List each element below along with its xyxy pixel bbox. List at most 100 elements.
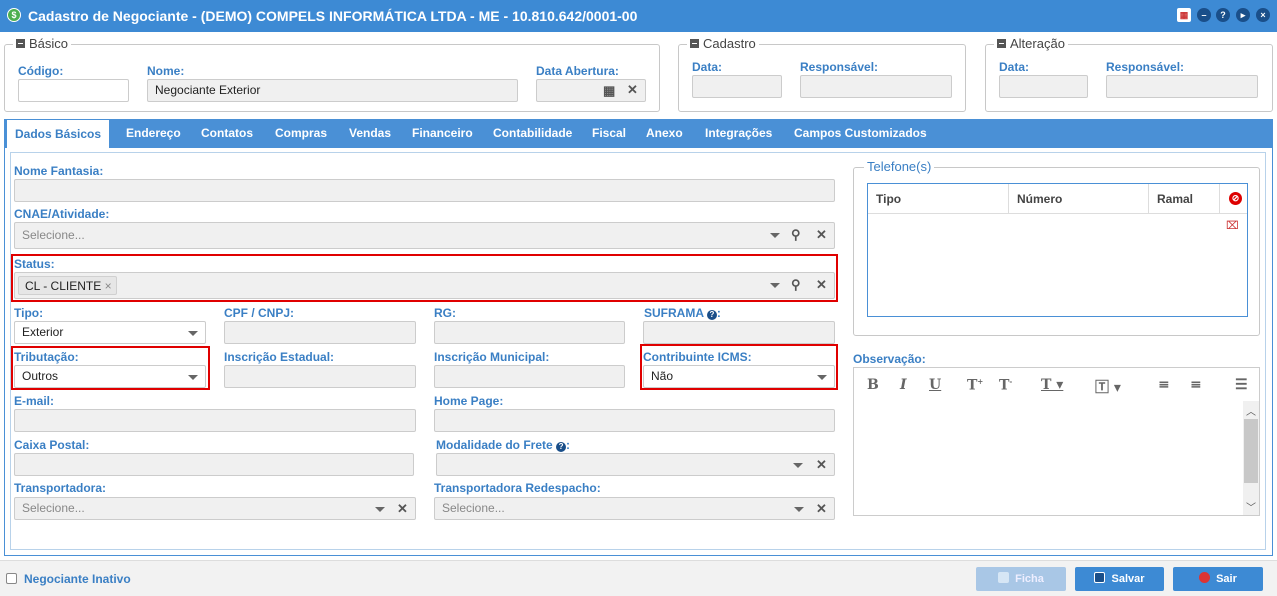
tab-anexo[interactable]: Anexo — [646, 119, 683, 148]
tab-dados-basicos[interactable]: Dados Básicos — [6, 119, 111, 148]
cnae-select[interactable]: Selecione... — [14, 222, 835, 249]
icms-dropdown-icon[interactable] — [817, 375, 827, 380]
tab-bar: Dados Básicos Endereço Contatos Compras … — [4, 119, 1273, 148]
cadastro-responsavel-input — [800, 75, 952, 98]
inativo-checkbox[interactable] — [6, 573, 17, 584]
clear-icon[interactable]: ✕ — [816, 457, 827, 473]
underline-icon[interactable]: U — [929, 377, 941, 393]
font-color-icon[interactable]: 🅃 ▾ — [1095, 377, 1121, 397]
calendar-icon[interactable]: ▦ — [1177, 8, 1191, 22]
col-ramal[interactable]: Ramal — [1149, 184, 1220, 214]
cpf-cnpj-input[interactable] — [224, 321, 416, 344]
alteracao-responsavel-input — [1106, 75, 1258, 98]
modalidade-frete-select[interactable] — [436, 453, 835, 476]
tipo-select[interactable]: Exterior — [14, 321, 206, 344]
inativo-label[interactable]: Negociante Inativo — [24, 572, 131, 586]
tributacao-select[interactable]: Outros — [14, 365, 206, 388]
clear-icon[interactable]: ✕ — [816, 501, 827, 517]
inscricao-municipal-label: Inscrição Municipal: — [434, 350, 550, 364]
inscricao-municipal-input[interactable] — [434, 365, 625, 388]
homepage-input[interactable] — [434, 409, 835, 432]
scroll-up-icon[interactable]: ︿ — [1246, 403, 1256, 418]
tributacao-label: Tributação: — [14, 350, 79, 364]
collapse-icon[interactable] — [690, 39, 699, 48]
ficha-icon — [998, 572, 1010, 583]
salvar-button[interactable]: Salvar — [1075, 567, 1164, 591]
forward-icon[interactable]: ▸ — [1236, 8, 1250, 22]
help-icon[interactable]: ? — [1216, 8, 1230, 22]
modalidade-frete-label: Modalidade do Frete ?: — [436, 438, 571, 452]
status-tag[interactable]: CL - CLIENTE × — [18, 276, 117, 295]
col-numero[interactable]: Número — [1009, 184, 1149, 214]
clear-icon[interactable]: ✕ — [816, 227, 827, 243]
tab-contabilidade[interactable]: Contabilidade — [493, 119, 572, 148]
observacao-editor[interactable]: B I U T+ T- T ▾ 🅃 ▾ ≡ ≡ ☰ ︿ ﹀ — [853, 367, 1260, 516]
subscript-icon[interactable]: T- — [999, 377, 1012, 394]
tipo-dropdown-icon[interactable] — [188, 331, 198, 336]
scroll-thumb[interactable] — [1244, 419, 1258, 483]
tab-integracoes[interactable]: Integrações — [705, 119, 772, 148]
transportadora-label: Transportadora: — [14, 481, 107, 495]
align-left-icon[interactable]: ≡ — [1158, 377, 1170, 393]
codigo-input[interactable] — [18, 79, 129, 102]
suframa-input[interactable] — [643, 321, 835, 344]
redespacho-select[interactable]: Selecione... — [434, 497, 835, 520]
minimize-icon[interactable]: – — [1197, 8, 1211, 22]
clear-icon[interactable]: ✕ — [816, 277, 827, 293]
app-icon: $ — [7, 8, 21, 22]
help-icon[interactable]: ? — [556, 442, 567, 452]
italic-icon[interactable]: I — [900, 377, 907, 393]
close-window-icon[interactable]: × — [1256, 8, 1270, 22]
tab-fiscal[interactable]: Fiscal — [592, 119, 626, 148]
tab-campos-customizados[interactable]: Campos Customizados — [794, 119, 927, 148]
alteracao-data-input — [999, 75, 1088, 98]
collapse-icon[interactable] — [16, 39, 25, 48]
contribuinte-icms-select[interactable]: Não — [643, 365, 835, 388]
align-center-icon[interactable]: ≡ — [1190, 377, 1202, 393]
remove-tag-icon[interactable]: × — [105, 279, 112, 293]
clear-icon[interactable]: ✕ — [397, 501, 408, 517]
clear-date-icon[interactable]: ✕ — [627, 82, 638, 98]
tab-financeiro[interactable]: Financeiro — [412, 119, 473, 148]
status-dropdown-icon[interactable] — [770, 283, 780, 288]
add-phone-icon[interactable]: ⊘ — [1229, 192, 1242, 205]
cadastro-responsavel-label: Responsável: — [800, 60, 879, 74]
cnae-dropdown-icon[interactable] — [770, 233, 780, 238]
tab-vendas[interactable]: Vendas — [349, 119, 391, 148]
transportadora-dropdown-icon[interactable] — [375, 507, 385, 512]
search-icon[interactable]: ⚲ — [791, 227, 801, 243]
cadastro-data-input — [692, 75, 782, 98]
rg-input[interactable] — [434, 321, 625, 344]
email-input[interactable] — [14, 409, 416, 432]
calendar-icon[interactable]: ▦ — [603, 83, 615, 99]
alteracao-data-label: Data: — [999, 60, 1030, 74]
status-select[interactable] — [14, 272, 835, 299]
bold-icon[interactable]: B — [867, 377, 879, 393]
editor-scrollbar[interactable]: ︿ ﹀ — [1243, 401, 1259, 515]
delete-row-icon[interactable]: ⌧ — [1226, 219, 1239, 232]
tab-contatos[interactable]: Contatos — [201, 119, 253, 148]
cnae-label: CNAE/Atividade: — [14, 207, 110, 221]
sair-button[interactable]: Sair — [1173, 567, 1263, 591]
caixa-postal-label: Caixa Postal: — [14, 438, 90, 452]
superscript-icon[interactable]: T+ — [967, 377, 983, 394]
font-size-icon[interactable]: T ▾ — [1041, 377, 1063, 393]
transportadora-select[interactable]: Selecione... — [14, 497, 416, 520]
nome-input[interactable]: Negociante Exterior — [147, 79, 518, 102]
inscricao-estadual-input[interactable] — [224, 365, 416, 388]
collapse-icon[interactable] — [997, 39, 1006, 48]
frete-dropdown-icon[interactable] — [793, 463, 803, 468]
help-icon[interactable]: ? — [706, 310, 717, 320]
tab-compras[interactable]: Compras — [275, 119, 327, 148]
redespacho-dropdown-icon[interactable] — [794, 507, 804, 512]
tributacao-dropdown-icon[interactable] — [188, 375, 198, 380]
caixa-postal-input[interactable] — [14, 453, 414, 476]
list-icon[interactable]: ☰ — [1235, 377, 1248, 393]
col-tipo[interactable]: Tipo — [868, 184, 1009, 214]
nome-fantasia-input[interactable] — [14, 179, 835, 202]
search-icon[interactable]: ⚲ — [791, 277, 801, 293]
ficha-button[interactable]: Ficha — [976, 567, 1066, 591]
scroll-down-icon[interactable]: ﹀ — [1246, 499, 1256, 514]
tab-endereco[interactable]: Endereço — [126, 119, 181, 148]
data-abertura-label: Data Abertura: — [536, 64, 619, 78]
